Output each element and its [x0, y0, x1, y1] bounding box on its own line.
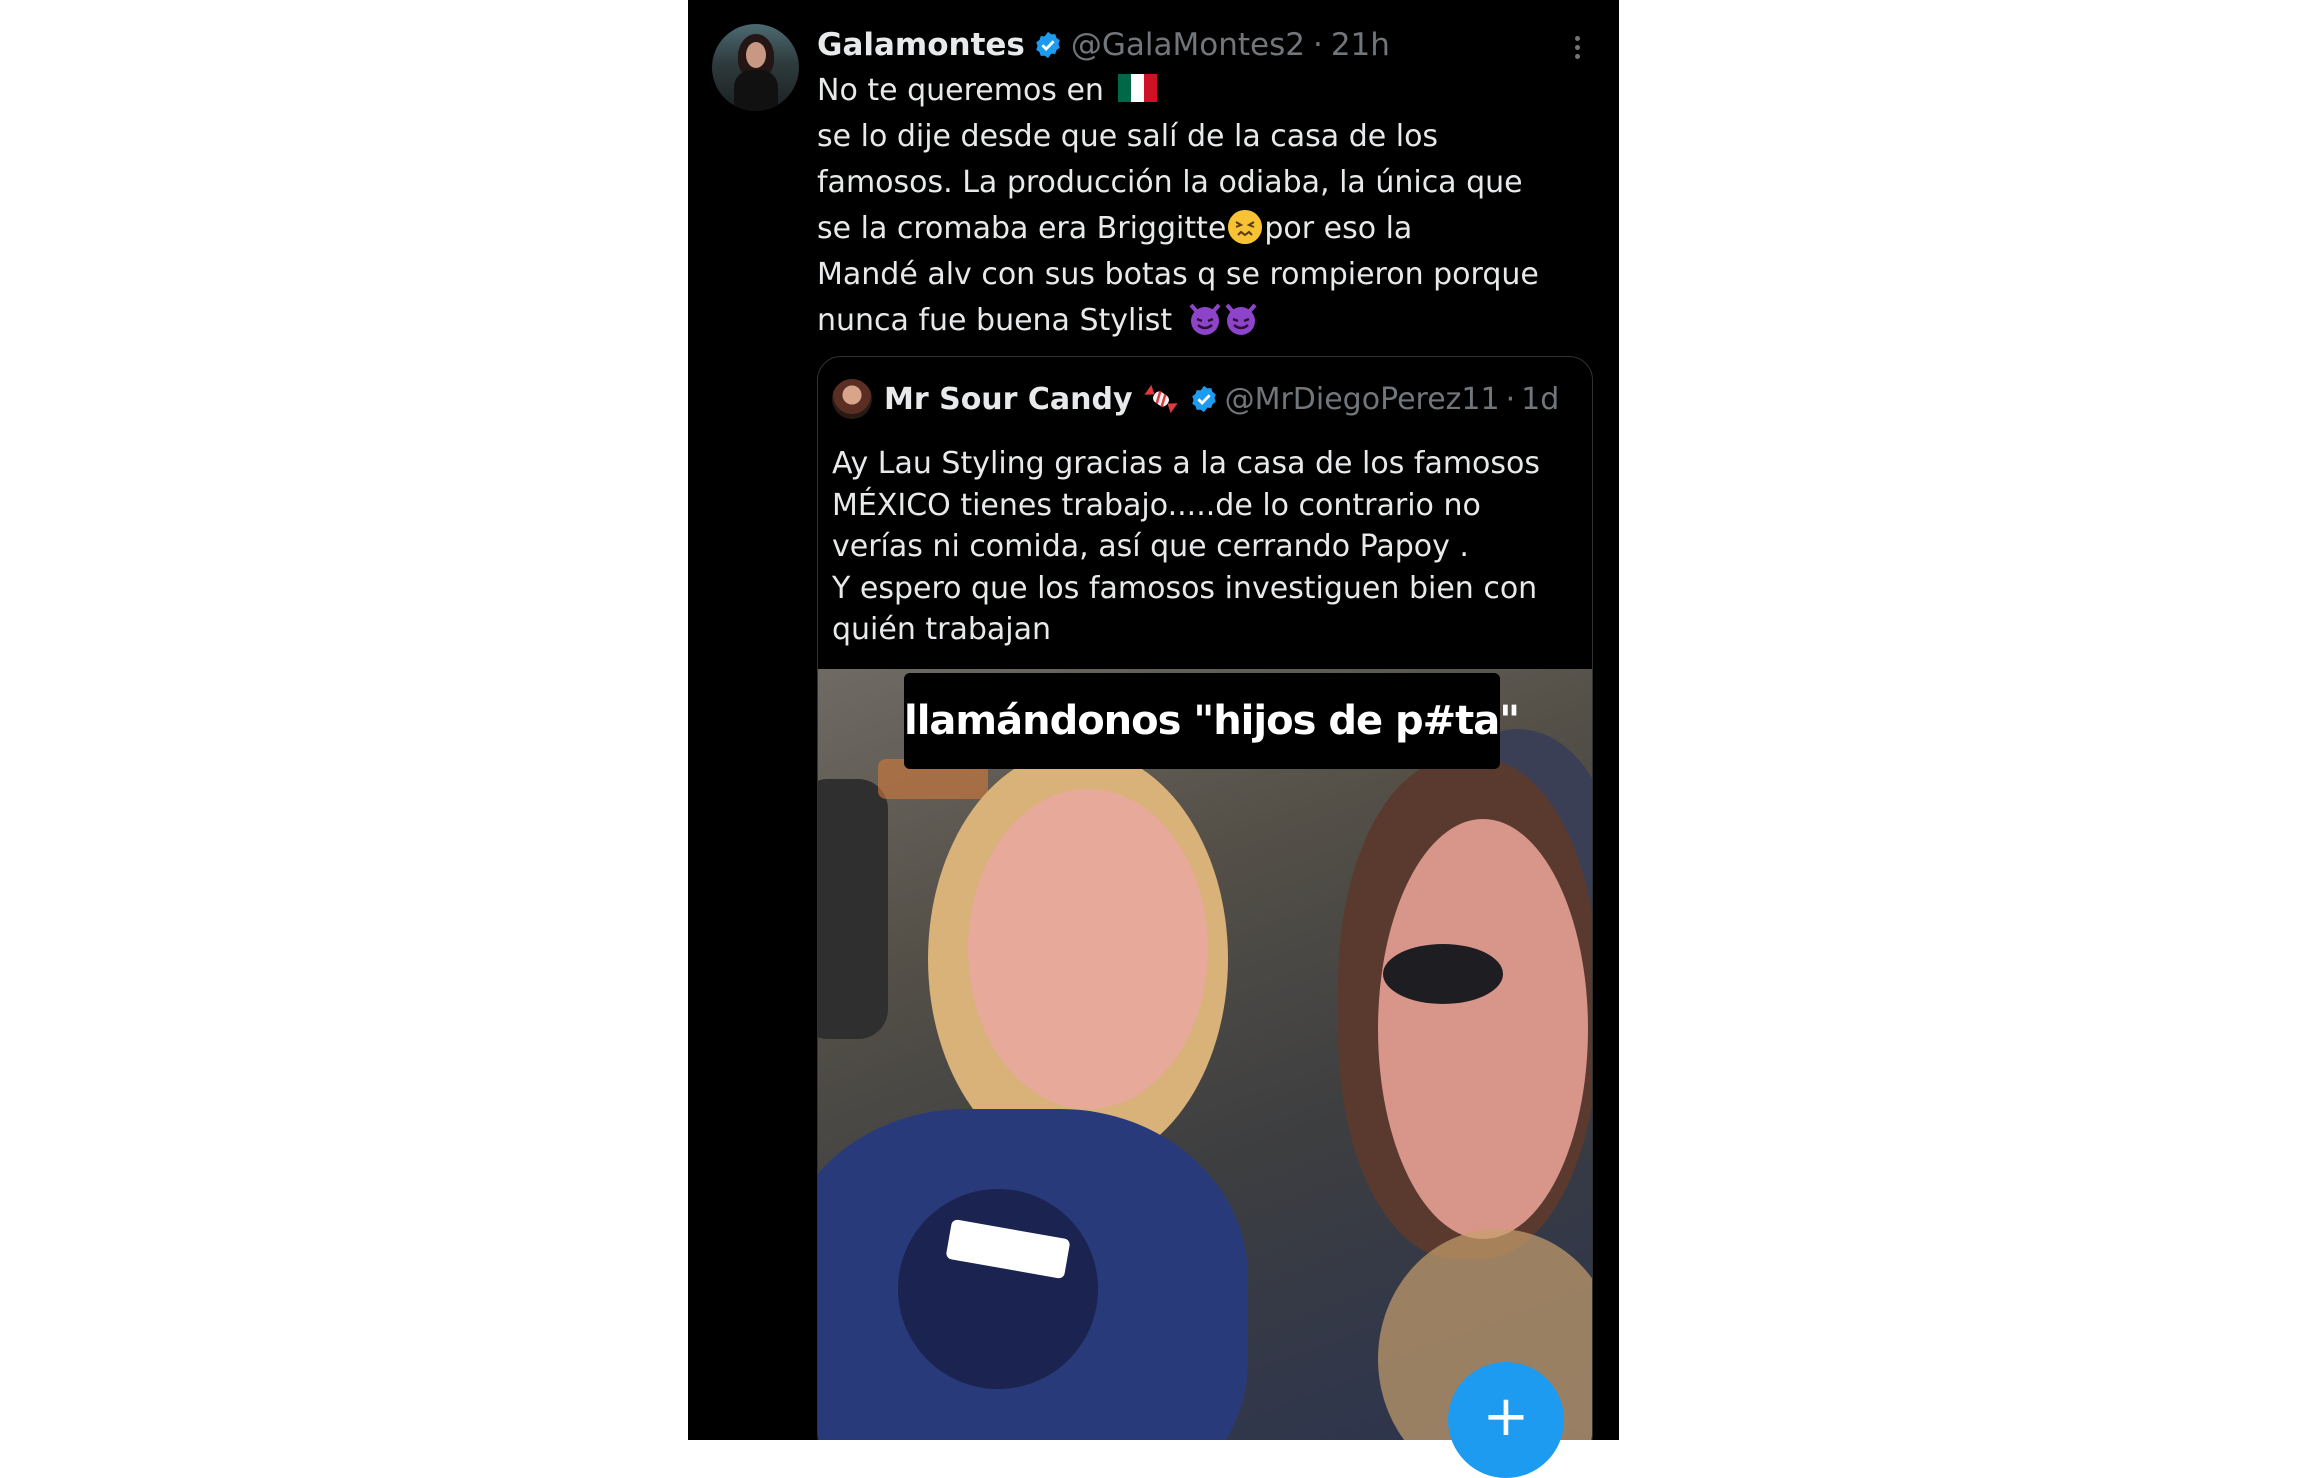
tweet-text: No te queremos en se lo dije desde que s…	[817, 68, 1607, 344]
tweet-line: No te queremos en	[817, 68, 1607, 114]
verified-badge-icon	[1191, 385, 1216, 413]
author-name[interactable]: Galamontes	[817, 27, 1025, 63]
mexico-flag-emoji	[1117, 73, 1158, 102]
quoted-author-name[interactable]: Mr Sour Candy	[884, 382, 1133, 417]
author-avatar[interactable]	[712, 24, 799, 111]
dot-separator: ·	[1312, 27, 1323, 63]
author-handle[interactable]: @GalaMontes2	[1071, 27, 1305, 63]
video-caption: llamándonos "hijos de p#ta"	[904, 673, 1520, 769]
verified-badge-icon	[1036, 31, 1060, 59]
tweet-screen: Galamontes @GalaMontes2 · 21h No te quer…	[688, 0, 1619, 1440]
tweet-header: Galamontes @GalaMontes2 · 21h	[817, 20, 1390, 70]
tweet-timestamp[interactable]: 21h	[1331, 27, 1390, 63]
smiling-devil-emoji	[1225, 303, 1257, 335]
quoted-header: Mr Sour Candy @MrDiegoPerez11 · 1d	[832, 377, 1559, 421]
quoted-line: quién trabajan	[832, 612, 1052, 647]
quoted-tweet[interactable]: Mr Sour Candy @MrDiegoPerez11 · 1d Ay La…	[817, 356, 1593, 1440]
quoted-line: verías ni comida, así que cerrando Papoy…	[832, 529, 1469, 564]
dot-separator: ·	[1505, 381, 1516, 417]
quoted-line: Ay Lau Styling gracias a la casa de los …	[832, 446, 1541, 481]
quoted-author-avatar[interactable]	[832, 379, 872, 419]
candy-emoji	[1144, 384, 1178, 414]
tweet-line: se la cromaba era Briggitte por eso la	[817, 209, 1413, 246]
tweet-line: nunca fue buena Stylist	[817, 298, 1607, 344]
quoted-line: MÉXICO tienes trabajo.....de lo contrari…	[832, 487, 1481, 523]
smiling-devil-emoji	[1189, 303, 1221, 335]
more-options-icon[interactable]	[1575, 36, 1581, 62]
tweet-line: se lo dije desde que salí de la casa de …	[817, 119, 1439, 154]
quoted-video-media[interactable]: llamándonos "hijos de p#ta"	[818, 669, 1592, 1440]
quoted-author-handle[interactable]: @MrDiegoPerez11	[1225, 382, 1500, 417]
quoted-text: Ay Lau Styling gracias a la casa de los …	[832, 443, 1582, 651]
tweet-line: famosos. La producción la odiaba, la úni…	[817, 165, 1523, 200]
quoted-line: Y espero que los famosos investiguen bie…	[832, 570, 1538, 606]
quoted-timestamp[interactable]: 1d	[1521, 382, 1559, 417]
compose-button[interactable]: +	[1448, 1362, 1564, 1478]
tweet-line: Mandé alv con sus botas q se rompieron p…	[817, 257, 1539, 292]
confounded-face-emoji	[1228, 209, 1263, 244]
